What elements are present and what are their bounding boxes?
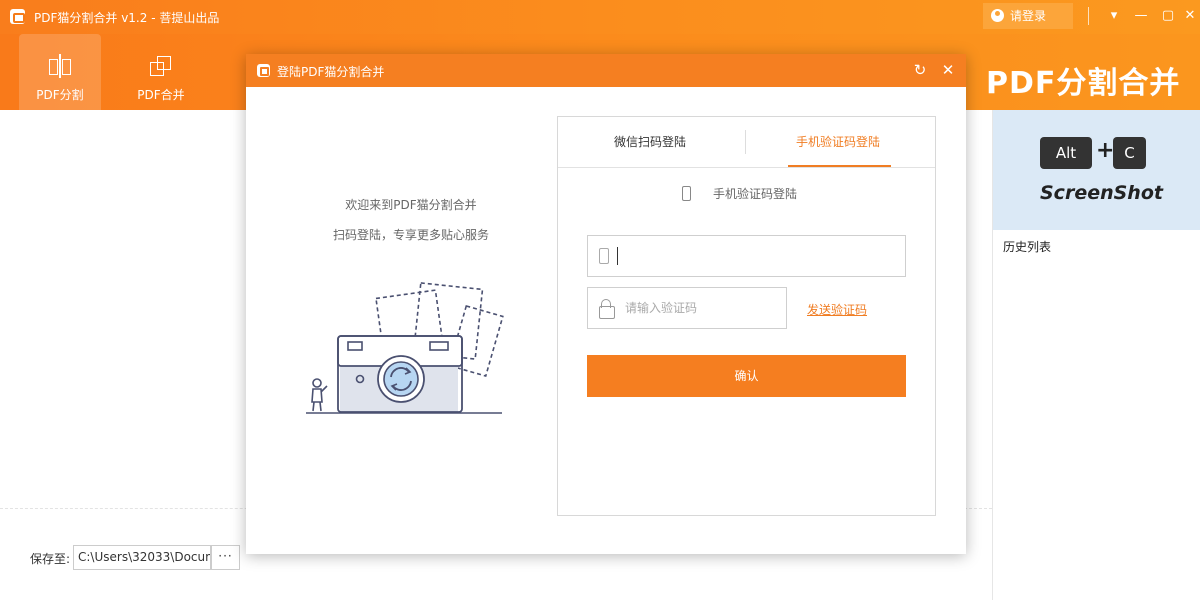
mobile-icon <box>599 248 609 264</box>
alt-key: Alt <box>1040 137 1092 169</box>
history-list-title: 历史列表 <box>1003 240 1052 254</box>
phone-login-header: 手机验证码登陆 <box>682 185 797 202</box>
phone-login-heading: 手机验证码登陆 <box>713 187 798 201</box>
camera-body <box>337 335 463 413</box>
pdf-split-label: PDF分割 <box>36 88 84 102</box>
tab-phone-login[interactable]: 手机验证码登陆 <box>796 133 880 150</box>
brand-title: PDF分割合并 <box>986 66 1181 101</box>
user-icon <box>991 9 1004 22</box>
send-code-link[interactable]: 发送验证码 <box>807 301 867 318</box>
lock-icon <box>599 299 615 319</box>
phone-input[interactable] <box>618 246 898 266</box>
merge-icon <box>148 54 174 80</box>
save-to-label: 保存至: <box>30 552 71 566</box>
dialog-header: 登陆PDF猫分割合并 ↻ ✕ <box>246 54 966 87</box>
tab-bar-line <box>558 167 935 168</box>
code-field[interactable] <box>587 287 787 329</box>
welcome-text: 欢迎来到PDF猫分割合并 <box>345 198 477 212</box>
c-key: C <box>1113 137 1146 169</box>
browse-button[interactable]: ··· <box>211 545 240 570</box>
verification-code-input[interactable] <box>625 298 775 318</box>
pdf-merge-label: PDF合并 <box>137 88 185 102</box>
tab-wechat-login[interactable]: 微信扫码登陆 <box>614 133 686 150</box>
phone-icon <box>682 186 691 201</box>
tab-divider <box>745 130 746 154</box>
dialog-close-icon[interactable]: ✕ <box>939 61 957 79</box>
minimize-icon[interactable]: — <box>1133 8 1149 24</box>
camera-illustration <box>306 282 504 414</box>
pdf-merge-button[interactable]: PDF合并 <box>120 34 202 110</box>
confirm-button[interactable]: 确认 <box>587 355 906 397</box>
refresh-icon[interactable]: ↻ <box>911 61 929 79</box>
login-label: 请登录 <box>1010 9 1047 23</box>
menu-dropdown-icon[interactable]: ▾ <box>1106 8 1122 24</box>
person-figure <box>311 378 328 412</box>
save-path-field[interactable]: C:\Users\32033\Documents <box>73 545 211 570</box>
plus-sign: + <box>1096 138 1115 163</box>
side-panel: Alt + C ScreenShot 历史列表 <box>992 110 1200 600</box>
login-button[interactable]: 请登录 <box>983 3 1073 29</box>
split-icon <box>47 54 73 80</box>
pdf-split-button[interactable]: PDF分割 <box>19 34 101 110</box>
title-bar: PDF猫分割合并 v1.2 - 菩提山出品 请登录 ▾ — ▢ ✕ <box>0 0 1200 34</box>
close-window-icon[interactable]: ✕ <box>1182 8 1198 24</box>
dialog-logo-icon <box>257 64 270 77</box>
dialog-title: 登陆PDF猫分割合并 <box>277 65 385 79</box>
app-title: PDF猫分割合并 v1.2 - 菩提山出品 <box>34 11 220 25</box>
phone-field[interactable] <box>587 235 906 277</box>
maximize-icon[interactable]: ▢ <box>1160 8 1176 24</box>
screenshot-banner[interactable]: Alt + C ScreenShot <box>993 110 1200 230</box>
app-logo-icon <box>10 9 25 24</box>
welcome-subtext: 扫码登陆，专享更多贴心服务 <box>332 228 489 242</box>
screenshot-caption: ScreenShot <box>1040 182 1163 204</box>
title-separator <box>1088 7 1089 25</box>
login-form: 微信扫码登陆 手机验证码登陆 手机验证码登陆 发送验证码 确认 <box>557 116 936 516</box>
login-dialog: 登陆PDF猫分割合并 ↻ ✕ 欢迎来到PDF猫分割合并 扫码登陆，专享更多贴心服… <box>246 54 966 554</box>
